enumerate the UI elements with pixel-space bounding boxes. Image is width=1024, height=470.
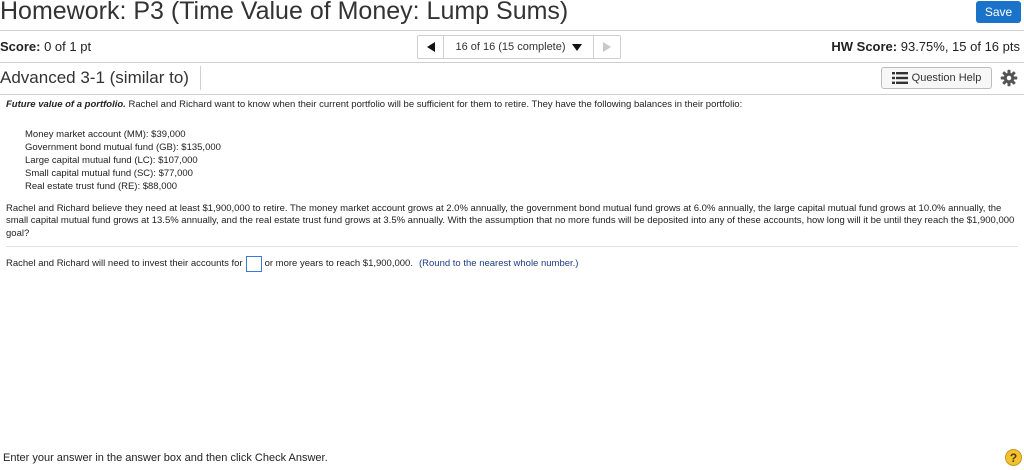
divider <box>0 30 1024 31</box>
question-intro: Future value of a portfolio. Rachel and … <box>6 99 1018 112</box>
divider <box>0 94 1024 95</box>
fund-list: Money market account (MM): $39,000 Gover… <box>25 128 1018 193</box>
list-item: Real estate trust fund (RE): $88,000 <box>25 180 178 192</box>
question-navigator: 16 of 16 (15 complete) <box>417 35 621 59</box>
question-position: 16 of 16 (15 complete) <box>455 41 566 53</box>
caret-left-icon <box>426 42 435 52</box>
hw-score: HW Score: 93.75%, 15 of 16 pts <box>831 39 1020 54</box>
previous-question-button[interactable] <box>418 36 444 58</box>
save-button[interactable]: Save <box>976 1 1021 23</box>
list-item: Small capital mutual fund (SC): $77,000 <box>25 167 193 179</box>
title-separator <box>200 66 201 90</box>
question-list-dropdown[interactable]: 16 of 16 (15 complete) <box>444 36 594 58</box>
next-question-button[interactable] <box>594 36 620 58</box>
caret-down-icon <box>571 43 582 51</box>
question-help-button[interactable]: Question Help <box>881 67 992 89</box>
answer-suffix: or more years to reach $1,900,000. <box>264 257 413 269</box>
answer-input[interactable] <box>245 256 262 272</box>
hw-score-value: 93.75%, 15 of 16 pts <box>900 39 1020 54</box>
caret-right-icon <box>603 42 611 52</box>
gear-icon[interactable] <box>1000 69 1018 87</box>
question-paragraph: Rachel and Richard believe they need at … <box>6 202 1015 239</box>
answer-prefix: Rachel and Richard will need to invest t… <box>6 257 243 269</box>
list-icon <box>891 72 908 84</box>
score: Score: 0 of 1 pt <box>0 39 91 54</box>
list-item: Money market account (MM): $39,000 <box>25 128 186 140</box>
question-help-label: Question Help <box>911 72 982 84</box>
divider <box>0 62 1024 63</box>
question-title: Advanced 3-1 (similar to) <box>0 68 189 87</box>
question-intro-text: Rachel and Richard want to know when the… <box>125 99 743 110</box>
rounding-hint: (Round to the nearest whole number.) <box>418 257 579 269</box>
page-title: Homework: P3 (Time Value of Money: Lump … <box>0 0 569 25</box>
help-icon[interactable]: ? <box>1005 449 1022 466</box>
question-body: Future value of a portfolio. Rachel and … <box>6 99 1018 272</box>
score-label: Score: <box>0 39 41 54</box>
list-item: Large capital mutual fund (LC): $107,000 <box>25 154 198 166</box>
list-item: Government bond mutual fund (GB): $135,0… <box>25 141 221 153</box>
divider <box>6 246 1018 247</box>
answer-line: Rachel and Richard will need to invest t… <box>6 256 1018 272</box>
footer-instruction: Enter your answer in the answer box and … <box>3 452 328 464</box>
question-heading: Future value of a portfolio. <box>6 99 126 110</box>
hw-score-label: HW Score: <box>831 39 898 54</box>
score-value: 0 of 1 pt <box>44 39 92 54</box>
